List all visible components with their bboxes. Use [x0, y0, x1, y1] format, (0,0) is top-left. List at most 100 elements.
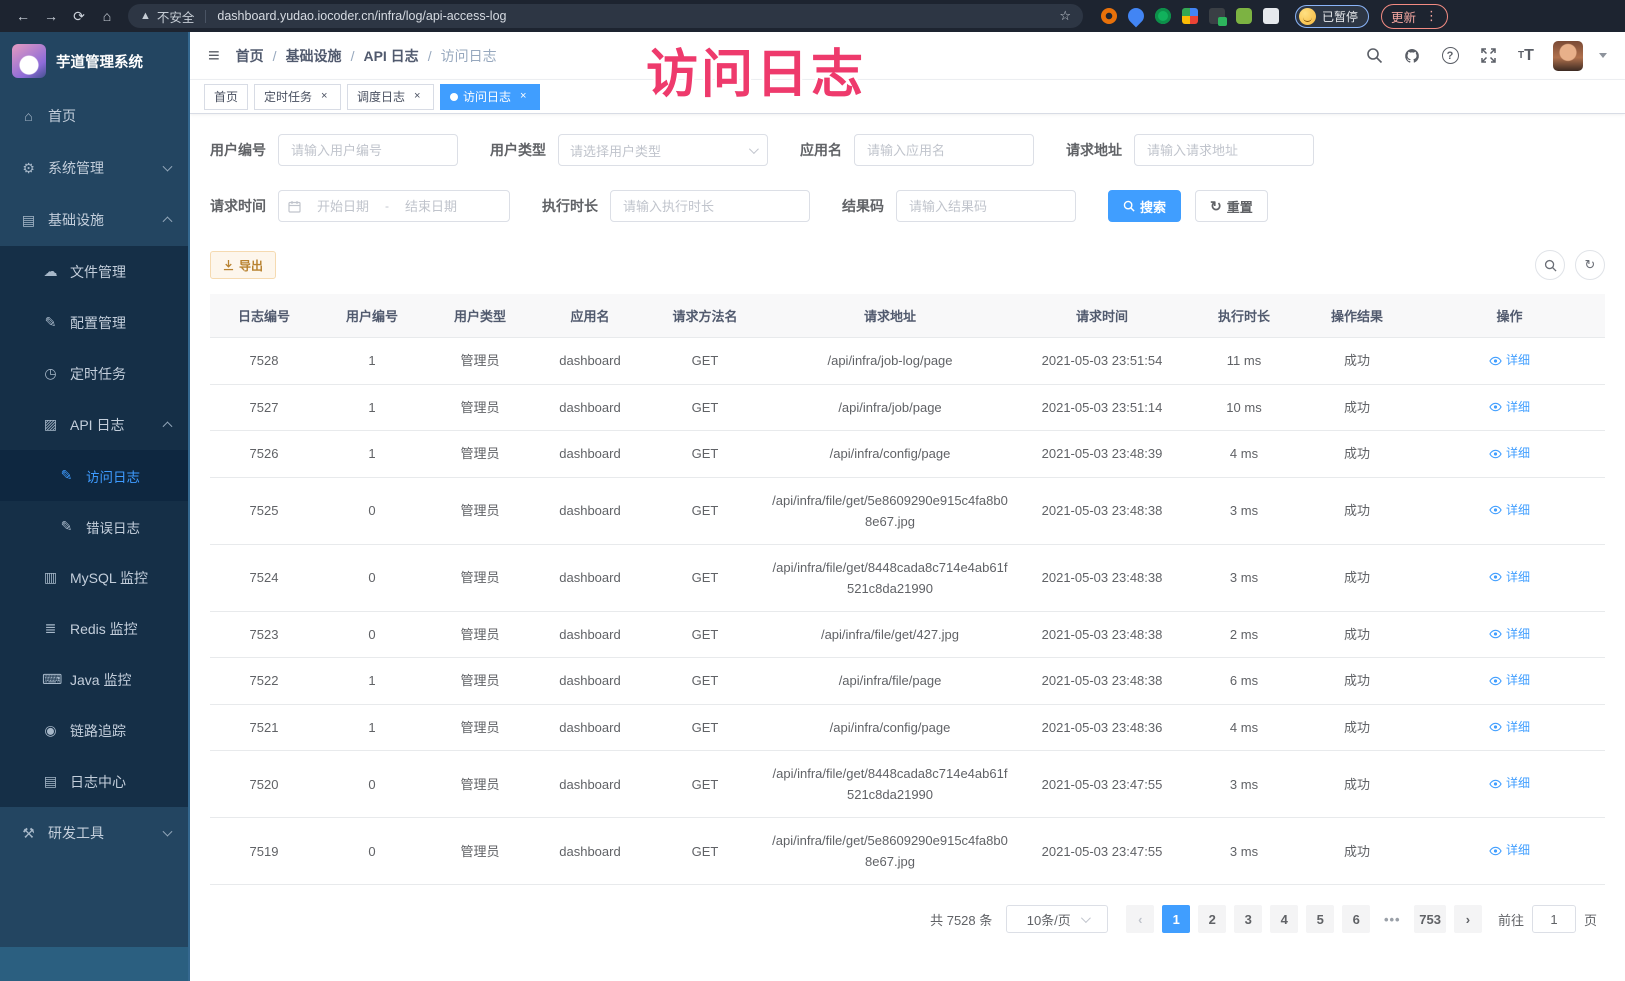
- extensions-puzzle-icon[interactable]: [1263, 8, 1279, 24]
- breadcrumb-label: 基础设施: [286, 46, 342, 66]
- tab-close-icon[interactable]: [410, 90, 424, 104]
- app-name-cell: dashboard: [534, 751, 646, 818]
- page-tab[interactable]: 调度日志: [347, 84, 434, 110]
- mysql-icon: ▥: [42, 569, 59, 586]
- github-icon[interactable]: [1401, 45, 1423, 67]
- back-button[interactable]: ←: [10, 3, 36, 29]
- sidebar-item[interactable]: ✎ 错误日志: [0, 501, 188, 552]
- app-name-input[interactable]: [854, 134, 1034, 166]
- user-avatar[interactable]: [1553, 41, 1583, 71]
- detail-link[interactable]: 详细: [1489, 350, 1530, 371]
- caret-down-icon[interactable]: [1599, 53, 1607, 58]
- profile-paused-badge[interactable]: 已暂停: [1295, 5, 1369, 28]
- sidebar-item[interactable]: ◉ 链路追踪: [0, 705, 188, 756]
- home-icon: ⌂: [20, 108, 37, 124]
- next-page-button[interactable]: ›: [1454, 905, 1482, 933]
- sidebar-item[interactable]: ⚒ 研发工具: [0, 807, 188, 859]
- breadcrumb-separator: /: [351, 48, 355, 64]
- browser-menu-icon[interactable]: ⋮: [1425, 8, 1438, 24]
- page-number-button[interactable]: •••: [1378, 905, 1406, 933]
- sidebar-item[interactable]: ⌨ Java 监控: [0, 654, 188, 705]
- page-number-button[interactable]: 5: [1306, 905, 1334, 933]
- detail-link[interactable]: 详细: [1489, 500, 1530, 521]
- user-type-select[interactable]: 请选择用户类型: [558, 134, 768, 166]
- detail-link[interactable]: 详细: [1489, 717, 1530, 738]
- prev-page-button[interactable]: ‹: [1126, 905, 1154, 933]
- bookmark-star-icon[interactable]: ☆: [1059, 8, 1071, 24]
- detail-link[interactable]: 详细: [1489, 840, 1530, 861]
- detail-link-label: 详细: [1506, 624, 1530, 645]
- sidebar-item[interactable]: ▨ API 日志: [0, 399, 188, 450]
- breadcrumb-item[interactable]: / API 日志: [342, 46, 419, 66]
- sidebar-item[interactable]: ⚙ 系统管理: [0, 142, 188, 194]
- chrome-update-button[interactable]: 更新 ⋮: [1381, 4, 1448, 29]
- search-icon[interactable]: [1363, 45, 1385, 67]
- breadcrumb-item[interactable]: / 基础设施: [264, 46, 342, 66]
- sidebar-item[interactable]: ◷ 定时任务: [0, 348, 188, 399]
- page-number-button[interactable]: 3: [1234, 905, 1262, 933]
- extension-icon[interactable]: [1155, 8, 1171, 24]
- detail-link[interactable]: 详细: [1489, 670, 1530, 691]
- page-number-button[interactable]: 4: [1270, 905, 1298, 933]
- sidebar-item[interactable]: ⌂ 首页: [0, 90, 188, 142]
- tab-close-icon[interactable]: [317, 90, 331, 104]
- forward-button[interactable]: →: [38, 3, 64, 29]
- home-button[interactable]: ⌂: [94, 3, 120, 29]
- page-number-button[interactable]: 2: [1198, 905, 1226, 933]
- sidebar-item[interactable]: ≣ Redis 监控: [0, 603, 188, 654]
- detail-link[interactable]: 详细: [1489, 567, 1530, 588]
- reload-button[interactable]: ⟳: [66, 3, 92, 29]
- page-number-button[interactable]: 6: [1342, 905, 1370, 933]
- sidebar-item[interactable]: ▤ 基础设施: [0, 194, 188, 246]
- result-cell: 成功: [1300, 384, 1414, 431]
- duration-input[interactable]: [610, 190, 810, 222]
- font-size-icon[interactable]: TT: [1515, 45, 1537, 67]
- detail-link[interactable]: 详细: [1489, 624, 1530, 645]
- tab-label: 定时任务: [264, 88, 312, 105]
- help-icon[interactable]: ?: [1439, 45, 1461, 67]
- sidebar-item[interactable]: ☁ 文件管理: [0, 246, 188, 297]
- page-size-select[interactable]: 10条/页: [1006, 905, 1108, 933]
- result-cell: 成功: [1300, 751, 1414, 818]
- goto-page-input[interactable]: [1532, 905, 1576, 933]
- request-url-input[interactable]: [1134, 134, 1314, 166]
- breadcrumb-item[interactable]: / 访问日志: [419, 46, 497, 66]
- page-tab[interactable]: 定时任务: [254, 84, 341, 110]
- fullscreen-icon[interactable]: [1477, 45, 1499, 67]
- refresh-table-icon[interactable]: ↻: [1575, 250, 1605, 280]
- page-number-button[interactable]: 1: [1162, 905, 1190, 933]
- request-time-range-picker[interactable]: -: [278, 190, 510, 222]
- sidebar-item[interactable]: ▤ 日志中心: [0, 756, 188, 807]
- user-id-input[interactable]: [278, 134, 458, 166]
- extension-icon[interactable]: [1236, 8, 1252, 24]
- extension-icon[interactable]: [1209, 8, 1225, 24]
- page-tab[interactable]: 访问日志: [440, 84, 540, 110]
- page-size-value: 10条/页: [1027, 910, 1071, 929]
- tab-close-icon[interactable]: [516, 90, 530, 104]
- result-code-input[interactable]: [896, 190, 1076, 222]
- page-number-button[interactable]: 753: [1414, 905, 1446, 933]
- address-bar[interactable]: ▲ 不安全 dashboard.yudao.iocoder.cn/infra/l…: [128, 4, 1083, 28]
- table-row: 7527 1 管理员 dashboard GET /api/infra/job/…: [210, 384, 1605, 431]
- sidebar-item[interactable]: ✎ 配置管理: [0, 297, 188, 348]
- extension-icon[interactable]: [1182, 8, 1198, 24]
- toggle-search-icon[interactable]: [1535, 250, 1565, 280]
- export-button[interactable]: 导出: [210, 251, 276, 279]
- extension-icon[interactable]: [1101, 8, 1117, 24]
- search-button[interactable]: 搜索: [1108, 190, 1181, 222]
- detail-link[interactable]: 详细: [1489, 443, 1530, 464]
- app-logo-row[interactable]: 芋道管理系统: [0, 32, 188, 90]
- page-tab[interactable]: 首页: [204, 84, 248, 110]
- end-date-input[interactable]: [394, 199, 468, 214]
- detail-link[interactable]: 详细: [1489, 397, 1530, 418]
- user-id-cell: 1: [318, 338, 426, 385]
- start-date-input[interactable]: [306, 199, 380, 214]
- hamburger-icon[interactable]: ≡: [208, 46, 220, 66]
- sidebar-item[interactable]: ✎ 访问日志: [0, 450, 188, 501]
- detail-link[interactable]: 详细: [1489, 773, 1530, 794]
- extension-icon[interactable]: [1125, 5, 1148, 28]
- detail-link-label: 详细: [1506, 500, 1530, 521]
- breadcrumb-item[interactable]: / 首页: [236, 46, 264, 66]
- sidebar-item[interactable]: ▥ MySQL 监控: [0, 552, 188, 603]
- reset-button[interactable]: ↻ 重置: [1195, 190, 1268, 222]
